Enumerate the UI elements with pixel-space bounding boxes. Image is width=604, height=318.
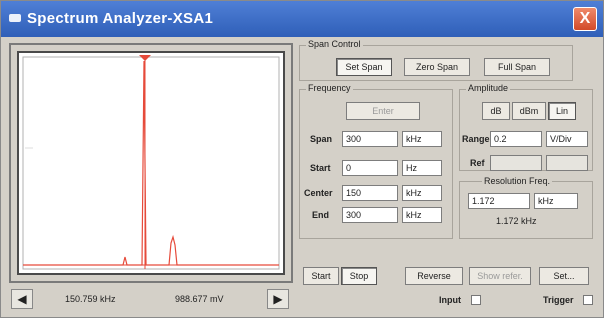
db-button[interactable]: dB bbox=[482, 102, 510, 120]
spectrum-plot bbox=[22, 55, 280, 270]
span-field[interactable]: 300 bbox=[342, 131, 398, 147]
spectrum-display[interactable] bbox=[17, 51, 285, 275]
start-unit-select[interactable]: Hz bbox=[402, 160, 442, 176]
control-panel: Span Control Set Span Zero Span Full Spa… bbox=[297, 39, 599, 313]
amplitude-readout: 988.677 mV bbox=[175, 294, 224, 304]
cursor-left-button[interactable]: ◀ bbox=[11, 289, 33, 309]
set-button[interactable]: Set... bbox=[539, 267, 589, 285]
close-button[interactable]: X bbox=[573, 7, 597, 31]
display-frame bbox=[9, 43, 293, 283]
span-control-title: Span Control bbox=[306, 39, 363, 49]
title-bar[interactable]: Spectrum Analyzer-XSA1 X bbox=[1, 1, 603, 37]
spectrum-trace bbox=[23, 60, 279, 266]
stop-button[interactable]: Stop bbox=[341, 267, 377, 285]
plot-border bbox=[22, 56, 280, 270]
ref-label: Ref bbox=[470, 158, 485, 168]
span-label: Span bbox=[310, 134, 333, 144]
window-title: Spectrum Analyzer-XSA1 bbox=[27, 10, 214, 27]
range-label: Range bbox=[462, 134, 490, 144]
zero-span-button[interactable]: Zero Span bbox=[404, 58, 470, 76]
resolution-title: Resolution Freq. bbox=[482, 176, 553, 186]
resolution-group: Resolution Freq. 1.172 kHz 1.172 kHz bbox=[459, 176, 593, 239]
cursor-right-button[interactable]: ▶ bbox=[267, 289, 289, 309]
ref-unit bbox=[546, 155, 588, 171]
input-label: Input bbox=[439, 295, 461, 305]
reverse-button[interactable]: Reverse bbox=[405, 267, 463, 285]
range-field[interactable]: 0.2 bbox=[490, 131, 542, 147]
span-control-group: Span Control Set Span Zero Span Full Spa… bbox=[299, 39, 573, 81]
amplitude-group: Amplitude dB dBm Lin Range 0.2 V/Div Ref bbox=[459, 83, 593, 171]
frequency-title: Frequency bbox=[306, 83, 353, 93]
center-label: Center bbox=[304, 188, 333, 198]
end-field[interactable]: 300 bbox=[342, 207, 398, 223]
start-field[interactable]: 0 bbox=[342, 160, 398, 176]
trigger-terminal[interactable] bbox=[583, 295, 593, 305]
resolution-field[interactable]: 1.172 bbox=[468, 193, 530, 209]
lin-button[interactable]: Lin bbox=[548, 102, 576, 120]
frequency-group: Frequency Enter Span 300 kHz Start 0 Hz … bbox=[299, 83, 453, 239]
resolution-unit-select[interactable]: kHz bbox=[534, 193, 578, 209]
frequency-readout: 150.759 kHz bbox=[65, 294, 116, 304]
ref-field[interactable] bbox=[490, 155, 542, 171]
amplitude-title: Amplitude bbox=[466, 83, 511, 93]
trigger-label: Trigger bbox=[543, 295, 574, 305]
resolution-readout: 1.172 kHz bbox=[496, 216, 537, 226]
start-button[interactable]: Start bbox=[303, 267, 339, 285]
center-unit-select[interactable]: kHz bbox=[402, 185, 442, 201]
span-unit-select[interactable]: kHz bbox=[402, 131, 442, 147]
end-unit-select[interactable]: kHz bbox=[402, 207, 442, 223]
set-span-button[interactable]: Set Span bbox=[336, 58, 392, 76]
full-span-button[interactable]: Full Span bbox=[484, 58, 550, 76]
spectrum-analyzer-window: Spectrum Analyzer-XSA1 X ◀ 150.759 kHz 9… bbox=[0, 0, 604, 318]
end-label: End bbox=[312, 210, 329, 220]
enter-button[interactable]: Enter bbox=[346, 102, 420, 120]
start-label: Start bbox=[310, 163, 331, 173]
cursor-marker bbox=[139, 55, 151, 61]
range-unit: V/Div bbox=[546, 131, 588, 147]
show-refer-button[interactable]: Show refer. bbox=[469, 267, 531, 285]
input-terminal[interactable] bbox=[471, 295, 481, 305]
readout-bar: ◀ 150.759 kHz 988.677 mV ▶ bbox=[9, 287, 293, 311]
dbm-button[interactable]: dBm bbox=[512, 102, 546, 120]
center-field[interactable]: 150 bbox=[342, 185, 398, 201]
app-icon bbox=[9, 14, 21, 22]
